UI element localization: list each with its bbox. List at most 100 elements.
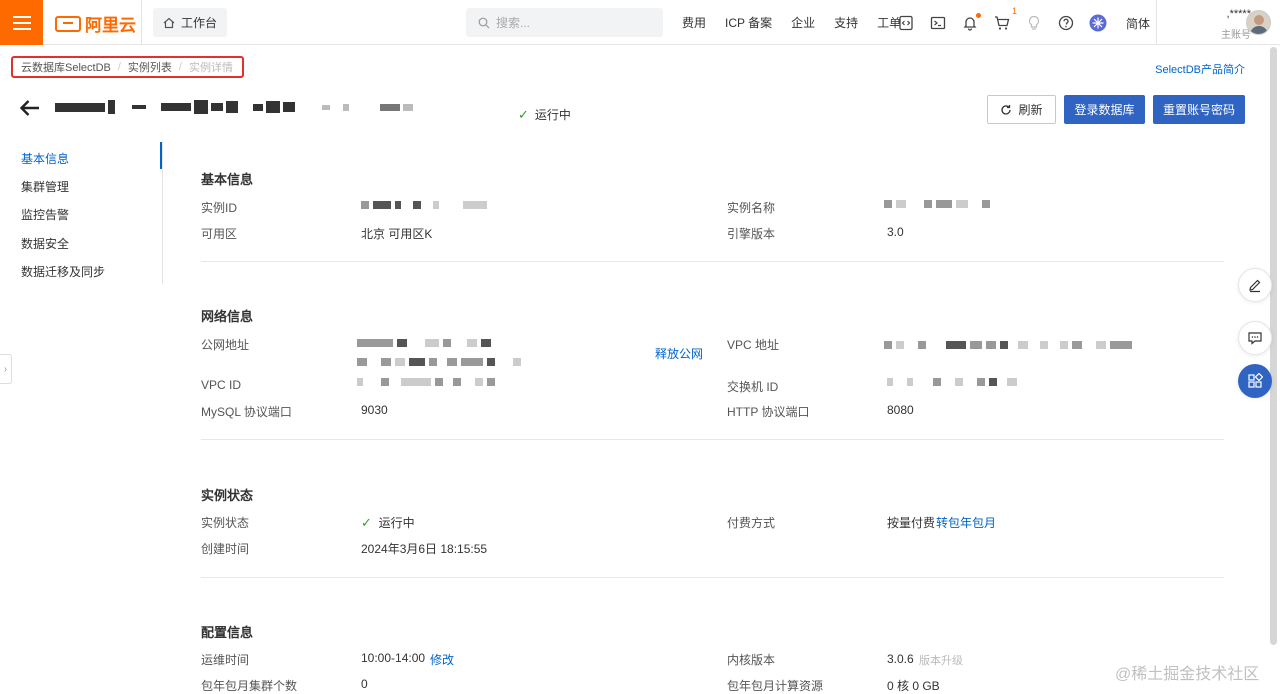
public-address-redacted-2 xyxy=(357,357,521,367)
hamburger-menu-button[interactable] xyxy=(0,0,43,45)
instance-name-label: 实例名称 xyxy=(727,201,776,215)
terminal-icon[interactable] xyxy=(929,14,947,32)
code-icon[interactable] xyxy=(897,14,915,32)
vpc-id-redacted xyxy=(357,377,495,387)
release-public-link[interactable]: 释放公网 xyxy=(655,345,703,362)
home-icon xyxy=(163,17,175,28)
mysql-port-value: 9030 xyxy=(361,403,388,417)
breadcrumb-selectdb[interactable]: 云数据库SelectDB xyxy=(21,59,111,75)
account-name: ,***** xyxy=(1226,8,1251,20)
avatar[interactable] xyxy=(1246,10,1271,35)
search-input[interactable]: 搜索... xyxy=(466,8,663,37)
engine-version-value: 3.0 xyxy=(887,225,904,239)
zone-value: 北京 可用区K xyxy=(361,227,433,241)
vswitch-id-label: 交换机 ID xyxy=(727,380,779,394)
instance-id-label: 实例ID xyxy=(201,201,238,215)
status-text: 运行中 xyxy=(534,108,571,122)
instance-status: ✓ 运行中 xyxy=(518,106,571,123)
created-time-label: 创建时间 xyxy=(201,542,250,556)
section-divider xyxy=(201,577,1224,578)
payment-method-label: 付费方式 xyxy=(727,516,776,530)
logo-text: 阿里云 xyxy=(85,16,136,35)
breadcrumb-instance-list[interactable]: 实例列表 xyxy=(128,59,172,75)
reset-password-label: 重置账号密码 xyxy=(1162,103,1235,117)
nav-monitoring-alerts[interactable]: 监控告警 xyxy=(21,206,69,223)
refresh-label: 刷新 xyxy=(1018,103,1043,117)
pencil-icon xyxy=(1249,279,1261,293)
watermark: @稀土掘金技术社区 xyxy=(1115,666,1260,683)
bell-icon[interactable] xyxy=(961,12,981,32)
vpc-id-label: VPC ID xyxy=(201,378,242,392)
nav-fees[interactable]: 费用 xyxy=(682,14,706,31)
back-arrow-icon[interactable] xyxy=(18,96,42,120)
top-navbar: 阿里云 工作台 搜索... 费用 ICP 备案 企业 支持 工单 1 简体 ,*… xyxy=(0,0,1280,45)
switch-subscription-link[interactable]: 转包年包月 xyxy=(936,514,996,531)
cart-badge: 1 xyxy=(1011,5,1017,16)
detail-side-nav: 基本信息 集群管理 监控告警 数据安全 数据迁移及同步 xyxy=(0,142,163,284)
nav-enterprise[interactable]: 企业 xyxy=(791,14,815,31)
aliyun-logo-icon xyxy=(55,15,81,32)
nav-data-security[interactable]: 数据安全 xyxy=(21,235,69,252)
payment-method-value: 按量付费 xyxy=(887,516,936,530)
maintenance-window-label: 运维时间 xyxy=(201,653,250,667)
search-placeholder: 搜索... xyxy=(496,16,531,30)
breadcrumb-separator: / xyxy=(117,61,121,73)
product-intro-link[interactable]: SelectDB产品简介 xyxy=(1155,61,1245,77)
mysql-port-label: MySQL 协议端口 xyxy=(201,405,292,419)
top-nav-links: 费用 ICP 备案 企业 支持 工单 xyxy=(682,0,920,45)
nav-cluster-management[interactable]: 集群管理 xyxy=(21,178,69,195)
kernel-version-label: 内核版本 xyxy=(727,653,776,667)
instance-state-text: 运行中 xyxy=(378,516,415,530)
basic-info-title: 基本信息 xyxy=(201,172,254,187)
section-divider xyxy=(201,261,1224,262)
breadcrumb-current: 实例详情 xyxy=(188,62,233,74)
divider xyxy=(141,0,142,45)
nav-basic-info[interactable]: 基本信息 xyxy=(21,150,69,167)
apps-float-button[interactable] xyxy=(1238,364,1272,398)
cart-icon[interactable]: 1 xyxy=(993,6,1017,32)
ai-assistant-icon[interactable] xyxy=(1089,14,1107,32)
aliyun-logo[interactable]: 阿里云 xyxy=(55,11,136,36)
edit-float-button[interactable] xyxy=(1238,268,1272,302)
vpc-address-redacted xyxy=(884,340,1132,350)
zone-label: 可用区 xyxy=(201,227,238,241)
monthly-clusters-value: 0 xyxy=(361,677,368,691)
breadcrumb: 云数据库SelectDB / 实例列表 / 实例详情 xyxy=(11,56,244,78)
created-time-value: 2024年3月6日 18:15:55 xyxy=(361,542,488,556)
check-icon: ✓ xyxy=(518,106,529,122)
vpc-address-label: VPC 地址 xyxy=(727,338,780,352)
help-icon[interactable] xyxy=(1057,14,1075,32)
login-database-button[interactable]: 登录数据库 xyxy=(1064,95,1145,124)
account-menu[interactable]: ,***** 主账号 xyxy=(1156,0,1280,45)
breadcrumb-separator: / xyxy=(178,61,182,73)
nav-data-migration[interactable]: 数据迁移及同步 xyxy=(21,263,105,280)
language-switch[interactable]: 简体 xyxy=(1126,15,1150,32)
edit-maintenance-link[interactable]: 修改 xyxy=(430,651,454,668)
monthly-compute-value: 0 核 0 GB xyxy=(887,679,940,693)
http-port-label: HTTP 协议端口 xyxy=(727,405,810,419)
chevron-right-icon: › xyxy=(3,363,8,375)
instance-state-label: 实例状态 xyxy=(201,516,250,530)
instance-state-value: ✓ 运行中 xyxy=(361,514,415,531)
nav-support[interactable]: 支持 xyxy=(834,14,858,31)
sidebar-expand-handle[interactable]: › xyxy=(0,354,12,384)
monthly-clusters-label: 包年包月集群个数 xyxy=(201,679,298,693)
nav-icp[interactable]: ICP 备案 xyxy=(725,14,772,31)
monthly-compute-label: 包年包月计算资源 xyxy=(727,679,824,693)
instance-title-redacted xyxy=(55,97,413,117)
active-indicator xyxy=(160,142,162,169)
notification-dot xyxy=(976,12,981,18)
instance-status-title: 实例状态 xyxy=(201,488,254,503)
public-address-label: 公网地址 xyxy=(201,338,250,352)
login-database-label: 登录数据库 xyxy=(1074,103,1135,117)
workbench-label: 工作台 xyxy=(180,16,217,30)
http-port-value: 8080 xyxy=(887,403,914,417)
refresh-button[interactable]: 刷新 xyxy=(987,95,1056,124)
network-info-title: 网络信息 xyxy=(201,309,254,324)
workbench-button[interactable]: 工作台 xyxy=(153,8,227,37)
reset-password-button[interactable]: 重置账号密码 xyxy=(1153,95,1245,124)
upgrade-version-link[interactable]: 版本升级 xyxy=(919,652,963,668)
page-scrollbar[interactable] xyxy=(1270,47,1277,645)
feedback-float-button[interactable] xyxy=(1238,321,1272,355)
lightbulb-icon[interactable] xyxy=(1025,14,1043,32)
